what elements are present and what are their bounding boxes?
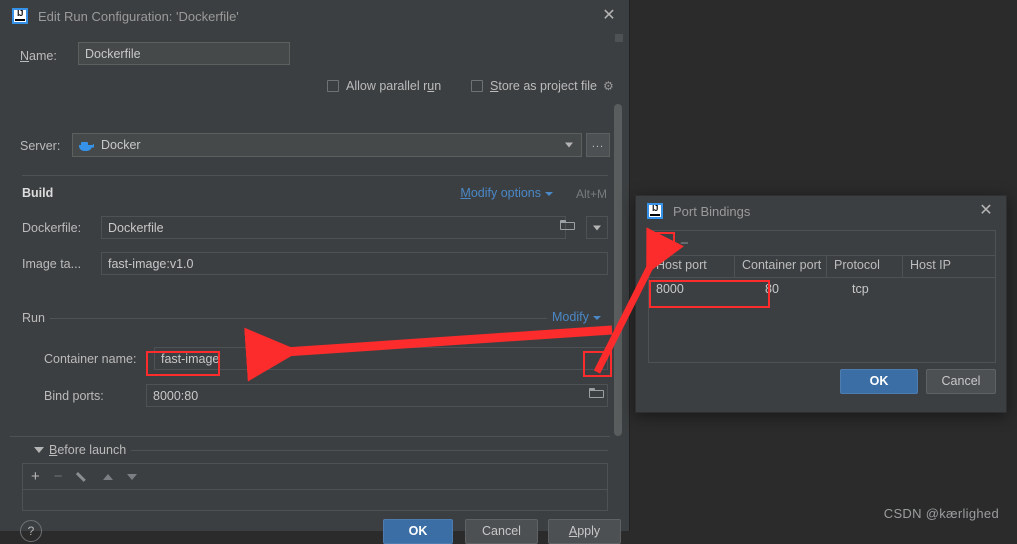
container-name-label: Container name:	[44, 352, 137, 366]
intellij-logo-icon	[12, 8, 28, 24]
before-launch-top-divider	[10, 436, 610, 437]
dialog-body: Name: Allow parallel run Store as projec…	[0, 32, 629, 544]
dockerfile-dropdown-button[interactable]	[586, 216, 608, 239]
remove-icon[interactable]: −	[680, 236, 689, 251]
ok-button[interactable]: OK	[383, 519, 453, 544]
table-header-row: Host port Container port Protocol Host I…	[649, 255, 995, 278]
apply-button[interactable]: Apply	[548, 519, 621, 544]
port-bindings-cancel-button[interactable]: Cancel	[926, 369, 996, 394]
help-button[interactable]: ?	[20, 520, 42, 542]
allow-parallel-run-checkbox[interactable]: Allow parallel run	[327, 79, 441, 93]
column-header-host-ip[interactable]: Host IP	[903, 255, 995, 277]
folder-icon[interactable]	[589, 387, 604, 399]
cell-host-ip[interactable]	[903, 278, 995, 302]
before-launch-toolbar: + −	[22, 463, 608, 489]
modify-options-link[interactable]: Modify options	[460, 186, 553, 200]
column-header-host-port[interactable]: Host port	[649, 255, 735, 277]
add-icon[interactable]: +	[31, 469, 40, 484]
dialog-title: Edit Run Configuration: 'Dockerfile'	[38, 8, 239, 24]
image-tag-label: Image ta...	[22, 257, 82, 271]
server-browse-button[interactable]: ...	[586, 133, 610, 157]
table-row[interactable]: 8000 80 tcp	[649, 278, 995, 302]
run-section-divider	[50, 318, 547, 319]
build-section-title: Build	[22, 186, 54, 200]
remove-icon[interactable]: −	[54, 469, 63, 484]
cell-container-port[interactable]: 80	[735, 278, 827, 302]
store-as-project-file-label: Store as project file	[490, 79, 598, 93]
dockerfile-input[interactable]	[101, 216, 566, 239]
run-modify-link[interactable]: Modify	[552, 310, 601, 324]
checkbox-box-icon	[471, 80, 483, 92]
modify-options-shortcut: Alt+M	[575, 187, 607, 201]
before-launch-title: Before launch	[49, 443, 127, 457]
folder-icon[interactable]	[560, 219, 575, 231]
chevron-down-icon	[565, 142, 573, 148]
dialog-scrollbar[interactable]	[614, 104, 622, 436]
image-tag-input[interactable]	[101, 252, 608, 275]
name-label: Name:	[20, 49, 57, 63]
scrollbar-top-stub	[615, 34, 623, 42]
port-bindings-dialog: Port Bindings ✕ + − Host port Container …	[635, 195, 1007, 413]
dialog-titlebar: Edit Run Configuration: 'Dockerfile' ✕	[0, 0, 629, 32]
move-up-icon[interactable]	[102, 473, 113, 480]
cancel-button[interactable]: Cancel	[465, 519, 538, 544]
allow-parallel-run-label: Allow parallel run	[346, 79, 442, 93]
docker-whale-icon	[79, 140, 94, 151]
checkbox-box-icon	[327, 80, 339, 92]
port-bindings-ok-button[interactable]: OK	[840, 369, 918, 394]
cell-host-port[interactable]: 8000	[649, 278, 735, 302]
port-bindings-toolbar: + −	[649, 231, 995, 256]
server-label: Server:	[20, 139, 61, 153]
bind-ports-input[interactable]	[146, 384, 608, 407]
port-bindings-panel: + − Host port Container port Protocol Ho…	[648, 230, 996, 363]
column-header-container-port[interactable]: Container port	[735, 255, 827, 277]
port-bindings-table: Host port Container port Protocol Host I…	[649, 255, 995, 362]
intellij-logo-icon	[647, 203, 663, 219]
gear-icon[interactable]: ⚙	[603, 80, 614, 92]
port-bindings-titlebar: Port Bindings ✕	[636, 196, 1006, 226]
column-header-protocol[interactable]: Protocol	[827, 255, 903, 277]
dockerfile-label: Dockerfile:	[22, 221, 82, 235]
port-bindings-title: Port Bindings	[673, 203, 751, 219]
add-icon[interactable]: +	[656, 235, 666, 252]
server-combobox[interactable]: Docker	[72, 133, 582, 157]
move-down-icon[interactable]	[126, 473, 137, 480]
cell-protocol[interactable]: tcp	[827, 278, 903, 302]
chevron-down-icon[interactable]	[34, 447, 44, 453]
edit-run-configuration-dialog: Edit Run Configuration: 'Dockerfile' ✕ N…	[0, 0, 630, 544]
bind-ports-label: Bind ports:	[44, 389, 104, 403]
before-launch-divider	[131, 450, 608, 451]
chevron-down-icon	[593, 225, 601, 230]
container-name-input[interactable]	[154, 347, 608, 370]
close-icon[interactable]: ✕	[601, 8, 617, 24]
edit-pencil-icon[interactable]	[77, 471, 89, 483]
store-as-project-file-checkbox[interactable]: Store as project file ⚙	[471, 79, 614, 93]
before-launch-task-list[interactable]	[22, 489, 608, 511]
server-value: Docker	[101, 138, 141, 152]
watermark-text: CSDN @kærlighed	[883, 506, 999, 521]
name-input[interactable]	[78, 42, 290, 65]
run-section-title: Run	[22, 311, 45, 325]
build-section-divider	[22, 175, 608, 176]
close-icon[interactable]: ✕	[978, 203, 994, 219]
